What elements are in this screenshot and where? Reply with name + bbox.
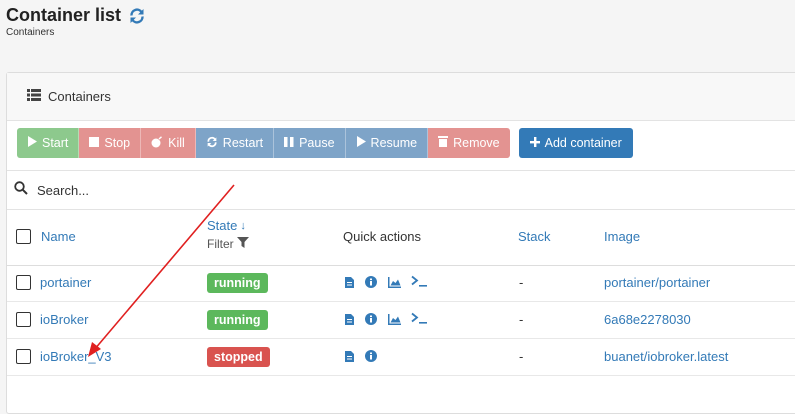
logs-icon[interactable] [345,275,354,293]
stats-icon[interactable] [388,312,401,330]
remove-button[interactable]: Remove [428,128,510,158]
column-state-label: State [207,218,238,233]
panel-heading: Containers [7,73,795,121]
column-stack[interactable]: Stack [518,229,551,244]
table-row: ioBroker running - 6a68e2278030 [7,302,795,339]
inspect-icon[interactable] [365,275,377,293]
add-container-button[interactable]: Add container [518,128,633,158]
pause-button[interactable]: Pause [274,128,346,158]
kill-button[interactable]: Kill [141,128,196,158]
start-button[interactable]: Start [17,128,80,158]
stack-value: - [519,349,524,364]
breadcrumb: Containers [6,27,55,38]
logs-icon[interactable] [345,349,354,367]
filter-label: Filter [207,237,234,251]
play-icon [356,136,366,150]
column-image[interactable]: Image [604,229,640,244]
stats-icon[interactable] [388,275,401,293]
kill-label: Kill [168,136,185,150]
pause-icon [284,136,294,150]
resume-label: Resume [370,136,418,150]
container-name-link[interactable]: ioBroker_V3 [40,349,112,364]
select-all-checkbox[interactable] [16,229,31,244]
refresh-icon[interactable] [128,7,146,25]
container-name-link[interactable]: ioBroker [40,312,88,327]
inspect-icon[interactable] [365,312,377,330]
image-link[interactable]: portainer/portainer [604,275,710,290]
stop-icon [89,136,100,150]
pause-label: Pause [299,136,335,150]
start-label: Start [42,136,69,150]
plus-icon [529,136,540,150]
inspect-icon[interactable] [365,349,377,367]
stack-value: - [519,275,524,290]
stop-label: Stop [104,136,131,150]
panel-title: Containers [27,89,111,104]
add-container-label: Add container [544,136,622,150]
table-header: Name State ↓ Filter Quick actions Stack … [7,209,795,266]
page-title-text: Container list [6,5,122,25]
play-icon [27,136,37,150]
column-quick-actions: Quick actions [343,229,422,244]
column-state[interactable]: State ↓ [207,218,246,233]
status-badge: running [207,273,268,293]
console-icon[interactable] [411,311,428,329]
trash-icon [438,136,449,150]
sort-icon: ↓ [240,219,246,232]
state-filter[interactable]: Filter [207,237,249,251]
restart-icon [206,136,218,151]
containers-panel: Containers Start Stop Kill Restart Pause… [6,72,795,414]
search-input[interactable] [35,177,439,203]
action-toolbar: Start Stop Kill Restart Pause Resume Rem… [17,128,633,158]
container-name-link[interactable]: portainer [40,275,91,290]
image-link[interactable]: 6a68e2278030 [604,312,691,327]
stack-value: - [519,312,524,327]
row-checkbox[interactable] [16,312,31,327]
column-name[interactable]: Name [41,229,76,244]
console-icon[interactable] [411,274,428,292]
table-row: portainer running - portainer/portainer [7,265,795,302]
search-icon [14,181,28,200]
logs-icon[interactable] [345,312,354,330]
filter-icon [236,237,249,251]
bomb-icon [151,135,163,151]
row-checkbox[interactable] [16,349,31,364]
restart-button[interactable]: Restart [195,128,275,158]
page-header: Container list Containers [6,5,146,38]
status-badge: running [207,310,268,330]
table-row: ioBroker_V3 stopped - buanet/iobroker.la… [7,339,795,376]
image-link[interactable]: buanet/iobroker.latest [604,349,728,364]
panel-title-text: Containers [48,89,111,104]
restart-label: Restart [222,136,264,150]
page-title: Container list [6,5,146,26]
resume-button[interactable]: Resume [345,128,429,158]
table-icon [27,89,41,104]
search-bar [7,170,795,210]
stop-button[interactable]: Stop [79,128,142,158]
remove-label: Remove [453,136,500,150]
row-checkbox[interactable] [16,275,31,290]
status-badge: stopped [207,347,270,367]
